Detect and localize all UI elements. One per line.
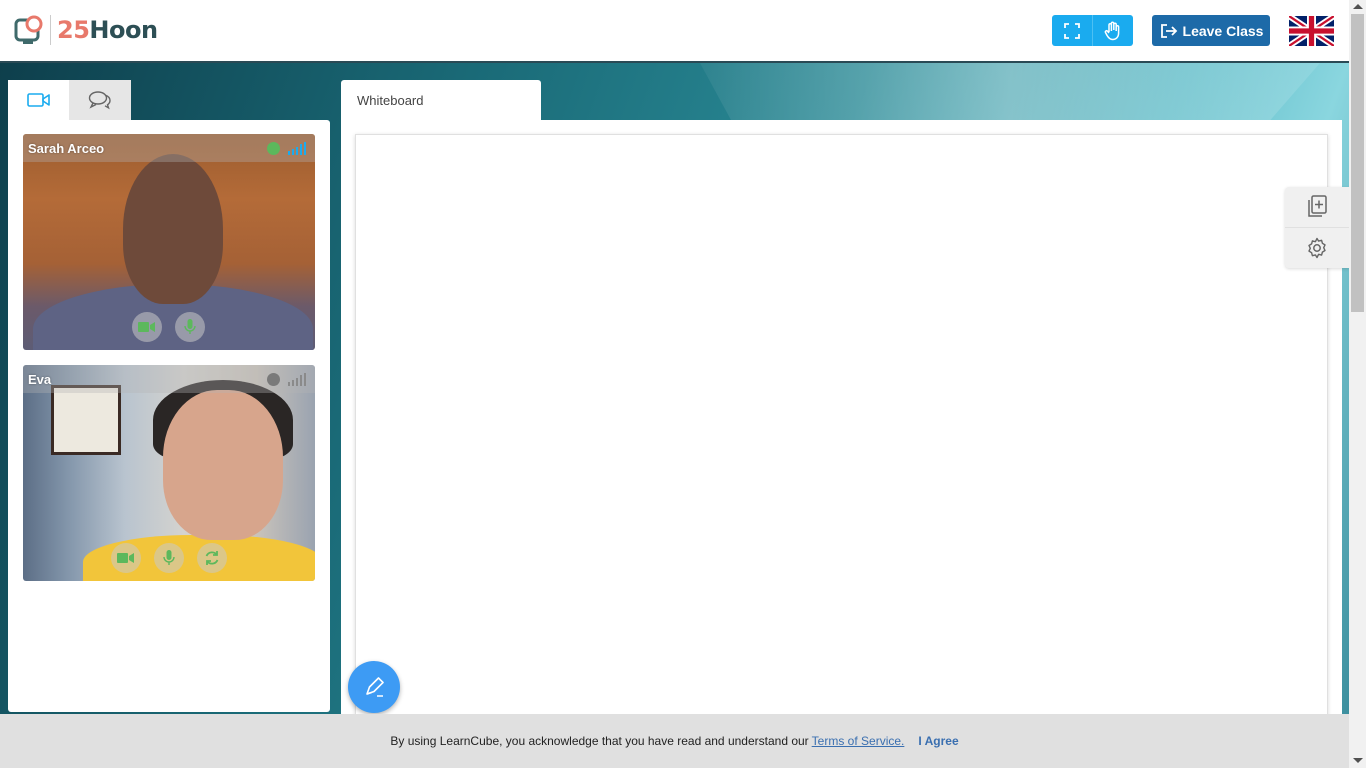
cookie-consent-bar: By using LearnCube, you acknowledge that… — [0, 714, 1349, 768]
camera-icon — [138, 322, 155, 332]
add-page-icon — [1308, 195, 1327, 217]
microphone-icon — [163, 550, 175, 565]
agree-button[interactable]: I Agree — [918, 734, 958, 748]
logo-mark-icon — [14, 14, 46, 46]
chat-icon — [88, 91, 111, 110]
uk-flag-icon[interactable] — [1287, 13, 1336, 49]
logo-separator — [50, 15, 51, 45]
whiteboard-side-tools — [1285, 187, 1349, 268]
pen-icon — [366, 677, 384, 697]
tab-whiteboard[interactable]: Whiteboard — [341, 80, 541, 120]
participant-name: Eva — [28, 371, 52, 387]
exit-icon — [1160, 23, 1177, 38]
camera-toggle-button[interactable] — [132, 312, 162, 342]
video-camera-icon — [26, 93, 50, 107]
header-tool-group — [1052, 15, 1133, 46]
leave-class-label: Leave Class — [1182, 22, 1264, 39]
logo-number: 25 — [57, 16, 90, 44]
background-highlight — [700, 63, 1320, 120]
scroll-up-arrow-icon[interactable] — [1353, 4, 1363, 9]
video-feed-face — [123, 154, 223, 304]
left-tabs — [8, 80, 131, 120]
whiteboard-tab-label: Whiteboard — [357, 92, 424, 108]
logo-word: Hoon — [89, 16, 158, 44]
microphone-toggle-button[interactable] — [154, 543, 184, 573]
whiteboard-canvas[interactable] — [355, 134, 1328, 720]
signal-strength-icon — [288, 142, 306, 155]
microphone-toggle-button[interactable] — [175, 312, 205, 342]
hand-icon — [1104, 21, 1119, 40]
cookie-text: By using LearnCube, you acknowledge that… — [390, 734, 809, 748]
refresh-button[interactable] — [197, 543, 227, 573]
refresh-icon — [205, 551, 219, 565]
fullscreen-button[interactable] — [1052, 15, 1092, 46]
terms-of-service-link[interactable]: Terms of Service. — [812, 734, 905, 748]
logo: 25Hoon — [14, 14, 158, 46]
scroll-down-arrow-icon[interactable] — [1353, 758, 1363, 763]
fullscreen-icon — [1064, 22, 1080, 39]
camera-icon — [117, 553, 134, 563]
participant-video-eva: Eva — [23, 365, 315, 581]
raise-hand-button[interactable] — [1092, 15, 1132, 46]
participant-name: Sarah Arceo — [28, 140, 105, 156]
leave-class-button[interactable]: Leave Class — [1152, 15, 1270, 46]
microphone-icon — [184, 319, 196, 334]
logo-text: 25Hoon — [57, 16, 158, 44]
wall-plaque — [51, 385, 121, 455]
camera-toggle-button[interactable] — [111, 543, 141, 573]
tab-chat[interactable] — [69, 80, 131, 120]
online-status-icon — [267, 142, 280, 155]
tab-video[interactable] — [8, 80, 69, 120]
pen-tool-button[interactable] — [348, 661, 400, 713]
settings-icon — [1308, 237, 1326, 258]
settings-button[interactable] — [1285, 227, 1349, 267]
signal-strength-icon — [288, 373, 306, 386]
top-header: 25Hoon Leave Class — [0, 0, 1349, 63]
scrollbar-thumb[interactable] — [1351, 14, 1364, 312]
offline-status-icon — [267, 373, 280, 386]
add-page-button[interactable] — [1285, 187, 1349, 227]
video-feed-face — [163, 390, 283, 540]
participant-video-sarah: Sarah Arceo — [23, 134, 315, 350]
